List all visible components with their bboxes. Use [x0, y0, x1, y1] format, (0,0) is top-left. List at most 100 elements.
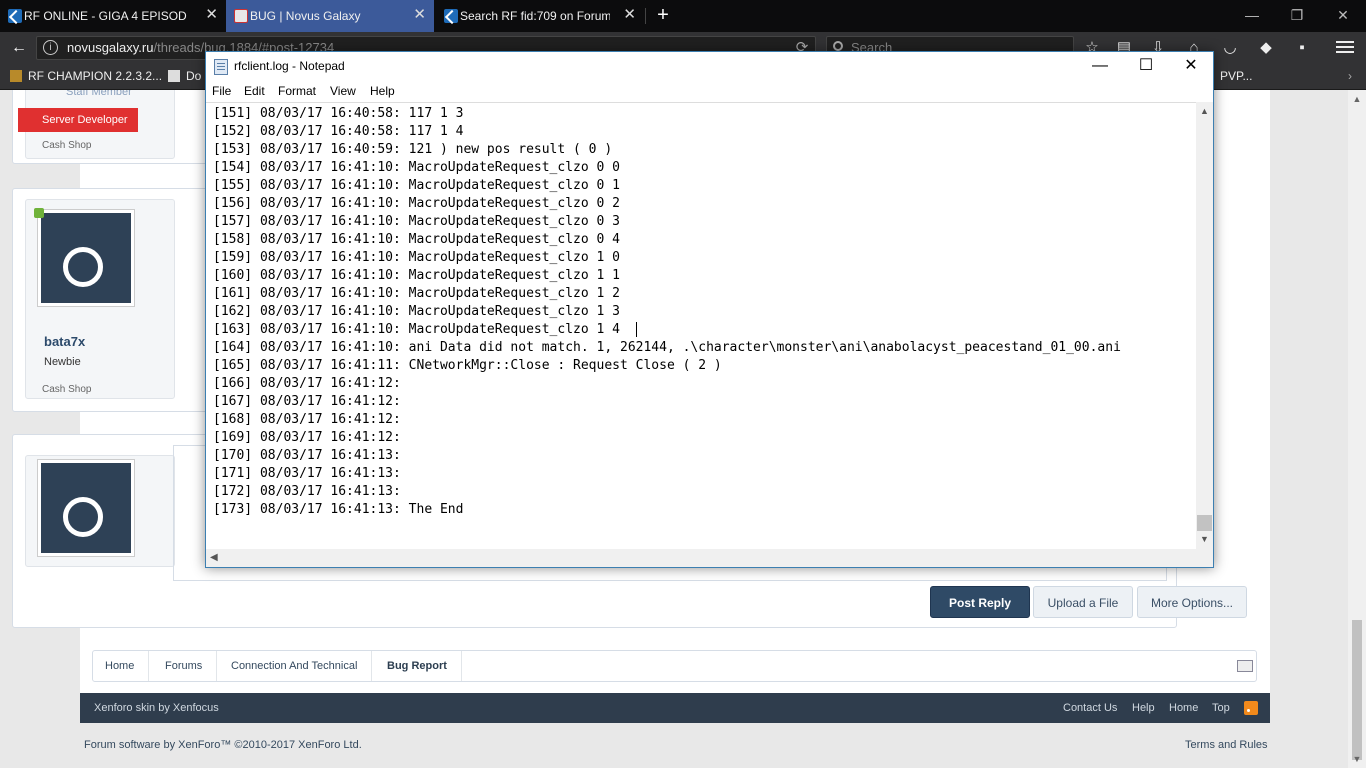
bookmark-pvp[interactable]: PVP...: [1220, 69, 1252, 83]
addon-icon[interactable]: ▪: [1292, 38, 1312, 58]
bookmark-rf-champion[interactable]: RF CHAMPION 2.2.3.2...: [10, 69, 162, 83]
tab-title: BUG | Novus Galaxy: [250, 9, 361, 23]
footer-home[interactable]: Home: [1169, 693, 1198, 723]
log-line: [155] 08/03/17 16:41:10: MacroUpdateRequ…: [213, 178, 620, 193]
notepad-maximize-button[interactable]: ☐: [1123, 52, 1169, 82]
menu-view[interactable]: View: [330, 84, 356, 98]
scroll-up-arrow-icon[interactable]: ▲: [1199, 106, 1210, 116]
log-line: [172] 08/03/17 16:41:13:: [213, 484, 401, 499]
cash-shop-label: Cash Shop: [42, 384, 92, 395]
bookmarks-overflow-icon[interactable]: ›: [1348, 69, 1352, 83]
log-line: [169] 08/03/17 16:41:12:: [213, 430, 401, 445]
log-line: [162] 08/03/17 16:41:10: MacroUpdateRequ…: [213, 304, 620, 319]
rss-icon[interactable]: [1244, 701, 1258, 715]
copyright-text[interactable]: Forum software by XenForo™ ©2010-2017 Xe…: [84, 739, 362, 751]
tab-bug-novus-galaxy[interactable]: BUG | Novus Galaxy ✕: [226, 0, 434, 32]
scrollbar-thumb[interactable]: [1352, 620, 1362, 760]
pocket-icon[interactable]: ◡: [1220, 38, 1240, 58]
extension-icon[interactable]: ◆: [1256, 38, 1276, 58]
user-avatar[interactable]: [38, 210, 134, 306]
notepad-vertical-scrollbar[interactable]: ▲ ▼: [1196, 102, 1213, 549]
site-info-icon[interactable]: i: [43, 40, 58, 55]
log-line: [164] 08/03/17 16:41:10: ani Data did no…: [213, 340, 1121, 355]
user-block: Staff Member Server Developer Cash Shop: [18, 90, 175, 159]
menu-help[interactable]: Help: [370, 84, 395, 98]
url-host: novusgalaxy.ru: [67, 40, 154, 55]
log-line: [157] 08/03/17 16:41:10: MacroUpdateRequ…: [213, 214, 620, 229]
tab-close-icon[interactable]: ✕: [413, 7, 426, 23]
skin-credit[interactable]: Xenforo skin by Xenfocus: [94, 693, 219, 723]
log-line: [160] 08/03/17 16:41:10: MacroUpdateRequ…: [213, 268, 620, 283]
breadcrumb-forums[interactable]: Forums: [153, 651, 218, 681]
breadcrumb-bug-report[interactable]: Bug Report: [375, 651, 462, 681]
footer-top[interactable]: Top: [1212, 693, 1230, 723]
notepad-title-bar[interactable]: rfclient.log - Notepad — ☐ ✕: [206, 52, 1213, 82]
username[interactable]: bata7x: [44, 334, 85, 349]
server-developer-banner: Server Developer: [18, 108, 138, 132]
browser-close-button[interactable]: ✕: [1333, 6, 1353, 24]
bookmark-favicon-icon: [168, 70, 180, 82]
browser-minimize-button[interactable]: —: [1242, 6, 1262, 24]
scroll-down-arrow-icon[interactable]: ▼: [1352, 754, 1362, 764]
tab-separator: [645, 8, 646, 24]
notepad-horizontal-scrollbar[interactable]: ◀: [206, 549, 1196, 567]
tab-title: Search RF fid:709 on Forum: [460, 9, 610, 23]
log-line: [151] 08/03/17 16:40:58: 117 1 3: [213, 106, 464, 121]
tab-title: RF ONLINE - GIGA 4 EPISOD: [24, 9, 187, 23]
new-tab-button[interactable]: +: [652, 4, 674, 26]
log-line: [170] 08/03/17 16:41:13:: [213, 448, 401, 463]
tab-search-rf[interactable]: Search RF fid:709 on Forum ✕: [436, 0, 644, 32]
browser-restore-button[interactable]: ❐: [1287, 6, 1307, 24]
scroll-left-arrow-icon[interactable]: ◀: [210, 552, 218, 563]
back-arrow-icon[interactable]: ←: [8, 38, 30, 58]
notepad-menu-bar: File Edit Format View Help: [206, 82, 1213, 102]
page-scrollbar[interactable]: ▲ ▼: [1348, 90, 1366, 768]
cash-shop-label: Cash Shop: [42, 140, 92, 151]
text-caret: [636, 322, 637, 337]
scroll-down-arrow-icon[interactable]: ▼: [1199, 534, 1210, 544]
scrollbar-thumb[interactable]: [1197, 515, 1212, 531]
post-reply-button[interactable]: Post Reply: [930, 586, 1030, 618]
menu-file[interactable]: File: [212, 84, 231, 98]
bookmark-favicon-icon: [10, 70, 22, 82]
upload-file-button[interactable]: Upload a File: [1033, 586, 1133, 618]
log-line: [168] 08/03/17 16:41:12:: [213, 412, 401, 427]
footer-help[interactable]: Help: [1132, 693, 1155, 723]
staff-label: Staff Member: [66, 90, 132, 98]
log-line: [159] 08/03/17 16:41:10: MacroUpdateRequ…: [213, 250, 620, 265]
notepad-icon: [214, 59, 228, 75]
bookmark-do[interactable]: Do: [168, 69, 201, 83]
footer-bar: Xenforo skin by Xenfocus Contact Us Help…: [80, 693, 1270, 723]
log-line: [171] 08/03/17 16:41:13:: [213, 466, 401, 481]
log-line: [154] 08/03/17 16:41:10: MacroUpdateRequ…: [213, 160, 620, 175]
male-symbol-icon: [63, 247, 103, 287]
sitemap-icon[interactable]: [1237, 660, 1253, 672]
notepad-text-area[interactable]: [151] 08/03/17 16:40:58: 117 1 3 [152] 08…: [206, 102, 1196, 549]
terms-and-rules-link[interactable]: Terms and Rules: [1185, 739, 1268, 751]
notepad-title: rfclient.log - Notepad: [234, 59, 345, 73]
tab-close-icon[interactable]: ✕: [205, 7, 218, 23]
user-avatar[interactable]: [38, 460, 134, 556]
user-block: bata7x Newbie Cash Shop: [25, 199, 175, 399]
menu-edit[interactable]: Edit: [244, 84, 265, 98]
scroll-up-arrow-icon[interactable]: ▲: [1352, 94, 1362, 104]
tab-close-icon[interactable]: ✕: [623, 7, 636, 23]
breadcrumb-connection-technical[interactable]: Connection And Technical: [219, 651, 373, 681]
browser-tab-bar: RF ONLINE - GIGA 4 EPISOD ✕ BUG | Novus …: [0, 0, 1366, 32]
notepad-minimize-button[interactable]: —: [1077, 52, 1123, 82]
breadcrumb: Home Forums Connection And Technical Bug…: [92, 650, 1257, 682]
rf-favicon-icon: [234, 9, 248, 23]
menu-format[interactable]: Format: [278, 84, 316, 98]
notepad-close-button[interactable]: ✕: [1168, 52, 1214, 82]
more-options-button[interactable]: More Options...: [1137, 586, 1247, 618]
log-line: [161] 08/03/17 16:41:10: MacroUpdateRequ…: [213, 286, 620, 301]
notepad-scroll-corner: [1196, 549, 1213, 567]
log-line: [167] 08/03/17 16:41:12:: [213, 394, 401, 409]
breadcrumb-home[interactable]: Home: [93, 651, 150, 681]
log-line: [158] 08/03/17 16:41:10: MacroUpdateRequ…: [213, 232, 620, 247]
notepad-window: rfclient.log - Notepad — ☐ ✕ File Edit F…: [205, 51, 1214, 568]
xenforo-favicon-icon: [8, 9, 22, 23]
tab-rf-online[interactable]: RF ONLINE - GIGA 4 EPISOD ✕: [0, 0, 226, 32]
footer-contact-us[interactable]: Contact Us: [1063, 693, 1117, 723]
hamburger-menu-icon[interactable]: [1334, 38, 1356, 58]
